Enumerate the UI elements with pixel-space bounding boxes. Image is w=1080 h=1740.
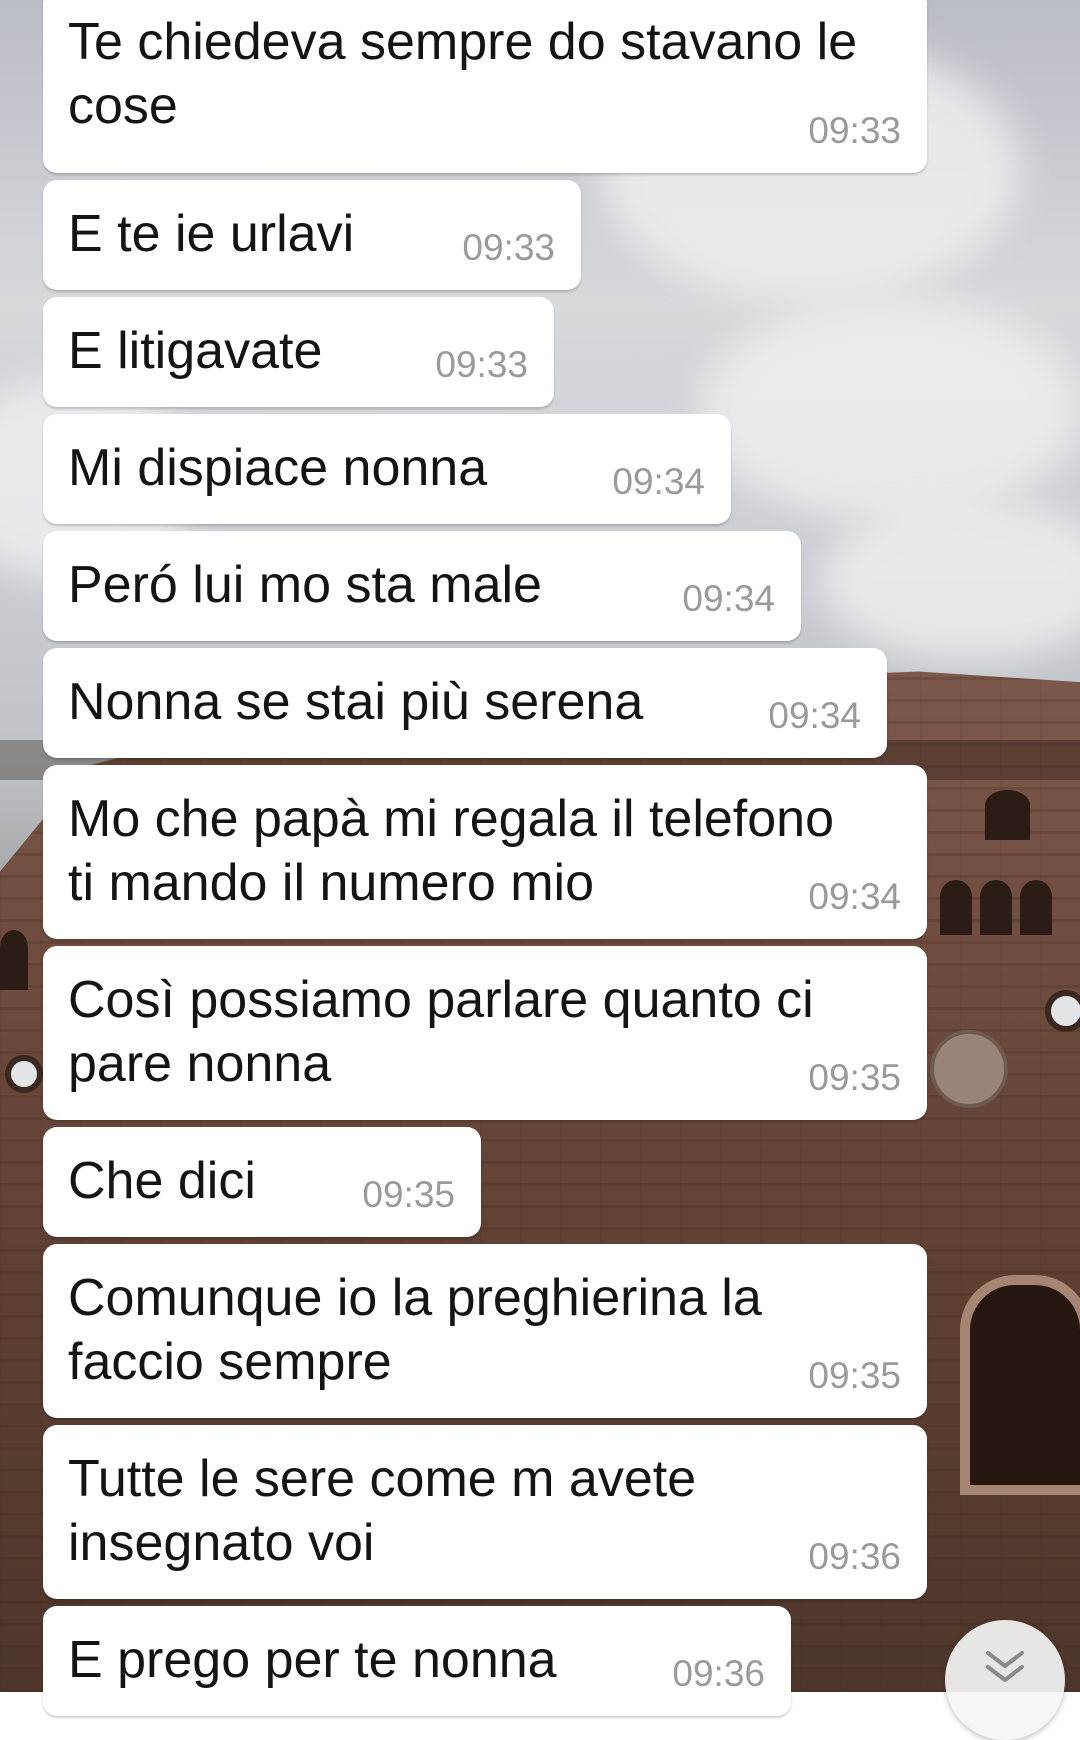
message-text: pare nonna	[68, 1035, 332, 1093]
message-text: Mo che papà mi regala il telefono	[68, 790, 835, 848]
message-text: Comunque io la preghierina la	[68, 1269, 762, 1327]
message-bubble[interactable]: Così possiamo parlare quanto ci pare nonn…	[43, 946, 927, 1120]
message-bubble[interactable]: E te ie urlavi 09:33	[43, 180, 581, 290]
message-text: Mi dispiace nonna	[68, 439, 488, 497]
message-bubble[interactable]: Nonna se stai più serena 09:34	[43, 648, 887, 758]
message-bubble[interactable]: Mo che papà mi regala il telefono ti mand…	[43, 765, 927, 939]
double-chevron-down-icon	[986, 1651, 1024, 1682]
message-text: insegnato voi	[68, 1514, 375, 1572]
message-text: Nonna se stai più serena	[68, 673, 644, 731]
message-timestamp: 09:33	[435, 344, 528, 385]
message-bubble[interactable]: E prego per te nonna 09:36	[43, 1606, 791, 1716]
message-bubble[interactable]: Mi dispiace nonna 09:34	[43, 414, 731, 524]
message-timestamp: 09:35	[808, 1057, 901, 1098]
message-list[interactable]: Te chiedeva sempre do stavano le cose 09:3…	[0, 0, 1080, 1716]
message-bubble[interactable]: E litigavate 09:33	[43, 297, 554, 407]
message-timestamp: 09:34	[612, 461, 705, 502]
message-text: E prego per te nonna	[68, 1631, 557, 1689]
message-bubble[interactable]: Che dici 09:35	[43, 1127, 481, 1237]
message-text: ti mando il numero mio	[68, 854, 594, 912]
message-timestamp: 09:35	[362, 1174, 455, 1215]
message-text: Te chiedeva sempre do stavano le	[68, 13, 858, 71]
message-timestamp: 09:34	[808, 876, 901, 917]
message-text: Tutte le sere come m avete	[68, 1450, 697, 1508]
message-timestamp: 09:34	[768, 695, 861, 736]
message-text: E te ie urlavi	[68, 205, 355, 263]
message-timestamp: 09:36	[672, 1653, 765, 1694]
message-text: cose	[68, 77, 178, 135]
message-bubble[interactable]: Tutte le sere come m avete insegnato voi 0…	[43, 1425, 927, 1599]
message-timestamp: 09:36	[808, 1536, 901, 1577]
message-bubble[interactable]: Te chiedeva sempre do stavano le cose 09:3…	[43, 0, 927, 173]
message-timestamp: 09:33	[808, 110, 901, 151]
message-bubble[interactable]: Comunque io la preghierina la faccio semp…	[43, 1244, 927, 1418]
message-timestamp: 09:34	[682, 578, 775, 619]
message-text: Così possiamo parlare quanto ci	[68, 971, 814, 1029]
scroll-to-bottom-button[interactable]	[945, 1620, 1065, 1740]
message-timestamp: 09:35	[808, 1355, 901, 1396]
message-text: E litigavate	[68, 322, 323, 380]
message-bubble[interactable]: Peró lui mo sta male 09:34	[43, 531, 801, 641]
message-text: Peró lui mo sta male	[68, 556, 542, 614]
message-text: Che dici	[68, 1152, 256, 1210]
message-text: faccio sempre	[68, 1333, 392, 1391]
message-timestamp: 09:33	[462, 227, 555, 268]
